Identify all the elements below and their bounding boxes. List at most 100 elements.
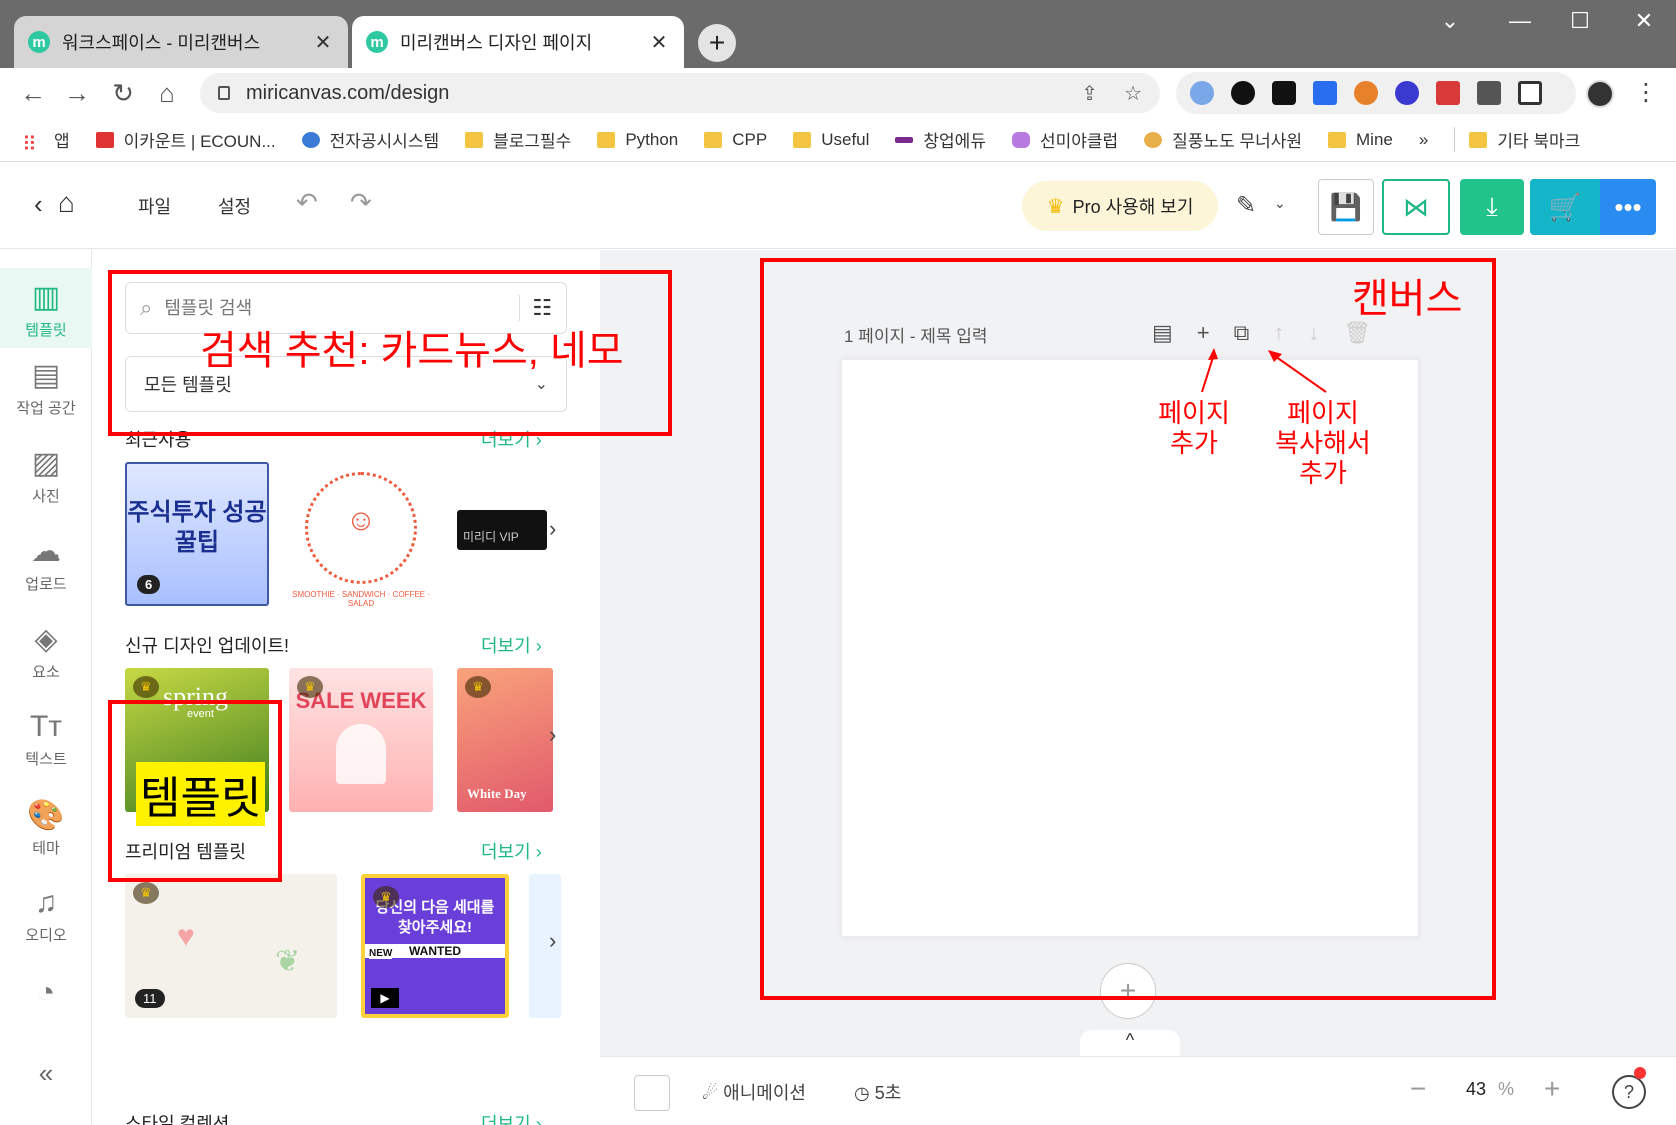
duration-button[interactable]: ◷ 5초	[854, 1079, 901, 1105]
bookmark-folder[interactable]: 블로그필수	[465, 127, 571, 152]
address-bar[interactable]: miricanvas.com/design ⇪ ☆	[200, 73, 1160, 113]
home-icon[interactable]: ⌂	[152, 78, 182, 108]
page-select-checkbox[interactable]	[634, 1075, 670, 1111]
template-thumbnail[interactable]: ♛ 당신의 다음 세대를 찾아주세요! WANTED NEW ▶	[361, 874, 509, 1018]
bookmarks-overflow[interactable]: »	[1419, 130, 1428, 150]
thumbnail-subtitle: event	[187, 708, 214, 720]
more-link-style[interactable]: 더보기 ›	[481, 1110, 542, 1125]
collapse-panel-icon[interactable]: «	[0, 1058, 92, 1089]
home-icon[interactable]: ⌂	[58, 187, 75, 219]
extension-icon[interactable]	[1313, 81, 1337, 105]
animation-button[interactable]: ☄ 애니메이션	[702, 1079, 806, 1105]
maximize-icon[interactable]: ☐	[1560, 8, 1600, 34]
extension-icon[interactable]	[1231, 81, 1255, 105]
tab-title: 워크스페이스 - 미리캔버스	[62, 33, 261, 53]
rail-photos[interactable]: ▨ 사진	[0, 446, 92, 506]
template-thumbnail[interactable]: ♛ White Day	[457, 668, 553, 812]
close-icon[interactable]: ✕	[312, 30, 334, 55]
metamask-icon[interactable]	[1354, 81, 1378, 105]
extension-icon[interactable]	[1436, 81, 1460, 105]
pencil-icon[interactable]: ✎	[1236, 191, 1256, 220]
extension-icon[interactable]	[1272, 81, 1296, 105]
annotation-add-page: 페이지 추가	[1158, 398, 1230, 458]
template-thumbnail[interactable]: ☺ SMOOTHIE · SANDWICH · COFFEE · SALAD	[289, 462, 433, 606]
redo-icon[interactable]: ↷	[350, 187, 372, 218]
crown-icon: ♛	[1046, 195, 1065, 218]
zoom-value[interactable]: 43	[1466, 1079, 1486, 1100]
bookmark-item[interactable]: 질풍노도 무너사원	[1144, 127, 1302, 152]
share-button[interactable]: ⋈	[1382, 179, 1450, 235]
chevron-up-icon[interactable]: ^	[1080, 1030, 1180, 1056]
pro-trial-button[interactable]: ♛ Pro 사용해 보기	[1022, 181, 1218, 231]
extension-icon[interactable]	[1395, 81, 1419, 105]
chevron-right-icon[interactable]: ›	[549, 516, 556, 542]
share-page-icon[interactable]: ⇪	[1081, 81, 1098, 106]
rail-text[interactable]: Tт 텍스트	[0, 710, 92, 769]
bookmark-star-icon[interactable]: ☆	[1124, 81, 1142, 106]
print-order-button[interactable]: 🛒	[1530, 179, 1600, 235]
new-tab-button[interactable]: +	[698, 24, 736, 62]
chevron-right-icon[interactable]: ›	[549, 928, 556, 954]
template-thumbnail[interactable]: ♛ ♥ ❦ 11	[125, 874, 337, 1018]
forward-arrow-icon[interactable]: →	[62, 78, 92, 108]
more-link-new[interactable]: 더보기 ›	[481, 632, 542, 658]
rail-templates[interactable]: ▥ 템플릿	[0, 268, 92, 348]
window-close-icon[interactable]: ✕	[1624, 8, 1664, 34]
bookmark-item[interactable]: ⠿ 앱	[22, 127, 70, 156]
zoom-out-button[interactable]: −	[1410, 1073, 1426, 1105]
bookmark-item[interactable]: 전자공시시스템	[301, 127, 439, 152]
side-panel-icon[interactable]	[1518, 81, 1542, 105]
menu-settings[interactable]: 설정	[218, 193, 251, 219]
template-thumbnail[interactable]: ♛ SALE WEEK	[289, 668, 433, 812]
rail-audio[interactable]: ♫ 오디오	[0, 886, 92, 945]
page-title-label[interactable]: 1 페이지 - 제목 입력	[844, 322, 988, 347]
character-icon	[1144, 131, 1163, 148]
menu-file[interactable]: 파일	[138, 193, 171, 219]
tab-search-icon[interactable]: ⌄	[1430, 8, 1470, 34]
crown-icon: ♛	[297, 676, 323, 698]
template-thumbnail[interactable]: 미리디 VIP	[457, 510, 547, 550]
bookmark-item[interactable]: 이카운트 | ECOUN...	[95, 127, 276, 152]
rail-upload[interactable]: ☁ 업로드	[0, 534, 92, 594]
bookmark-folder[interactable]: CPP	[704, 130, 767, 150]
back-arrow-icon[interactable]: ←	[18, 78, 48, 108]
more-button[interactable]: •••	[1600, 179, 1656, 235]
rail-workspace[interactable]: ▤ 작업 공간	[0, 358, 92, 418]
more-link-premium[interactable]: 더보기 ›	[481, 838, 542, 864]
tab-design[interactable]: m 미리캔버스 디자인 페이지 ✕	[352, 16, 684, 68]
close-icon[interactable]: ✕	[648, 30, 670, 55]
puzzle-icon[interactable]	[1477, 81, 1501, 105]
template-thumbnail[interactable]: 주식투자 성공꿀팁 6	[125, 462, 269, 606]
heart-icon: ♥	[177, 920, 195, 953]
bookmark-folder[interactable]: Useful	[793, 130, 869, 150]
search-input[interactable]	[164, 297, 495, 319]
save-button[interactable]: 💾	[1318, 179, 1374, 235]
download-button[interactable]: ⤓	[1460, 179, 1524, 235]
more-vert-icon[interactable]: ⋮	[1634, 78, 1658, 107]
zoom-in-button[interactable]: +	[1544, 1073, 1560, 1105]
annotation-copy-page: 페이지 복사해서 추가	[1275, 398, 1371, 488]
rail-video[interactable]: ◔	[0, 976, 92, 1014]
minimize-icon[interactable]: —	[1500, 8, 1540, 34]
tab-workspace[interactable]: m 워크스페이스 - 미리캔버스 ✕	[14, 16, 348, 68]
clock-extension-icon[interactable]	[1190, 81, 1214, 105]
more-link-recent[interactable]: 더보기 ›	[481, 426, 542, 452]
profile-avatar[interactable]	[1586, 80, 1614, 108]
add-page-button[interactable]: +	[1100, 963, 1156, 1019]
undo-icon[interactable]: ↶	[296, 187, 318, 218]
notification-dot	[1634, 1067, 1646, 1079]
bookmark-item[interactable]: 선미야클럽	[1011, 127, 1118, 152]
crown-icon: ♛	[133, 676, 159, 698]
help-icon[interactable]: ?	[1612, 1075, 1646, 1109]
bookmark-folder[interactable]: Python	[597, 130, 678, 150]
chevron-left-icon[interactable]: ‹	[34, 189, 43, 220]
tab-title: 미리캔버스 디자인 페이지	[400, 33, 593, 53]
rail-theme[interactable]: 🎨 테마	[0, 798, 92, 858]
rail-elements[interactable]: ◈ 요소	[0, 622, 92, 682]
bookmark-item[interactable]: 창업에듀	[895, 127, 986, 152]
chevron-right-icon[interactable]: ›	[549, 722, 556, 748]
other-bookmarks[interactable]: 기타 북마크	[1454, 127, 1580, 152]
reload-icon[interactable]: ↻	[108, 78, 138, 108]
chevron-down-icon[interactable]: ⌄	[1274, 195, 1286, 212]
bookmark-folder[interactable]: Mine	[1328, 130, 1393, 150]
